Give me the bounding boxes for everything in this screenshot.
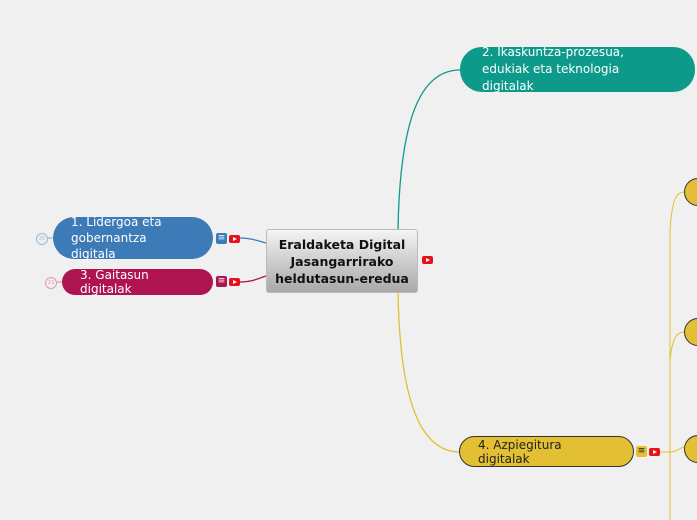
youtube-icon[interactable] xyxy=(229,278,240,286)
branch-4-azpiegitura[interactable]: 4. Azpiegitura digitalak xyxy=(459,436,634,467)
notes-icon[interactable]: ≡ xyxy=(216,233,227,244)
notes-icon[interactable]: ≡ xyxy=(636,446,647,457)
youtube-icon[interactable] xyxy=(229,235,240,243)
youtube-icon[interactable] xyxy=(649,448,660,456)
collapsed-count-badge[interactable]: 20 xyxy=(36,233,48,245)
notes-icon[interactable]: ≡ xyxy=(216,276,227,287)
branch-1-lidergoa[interactable]: 1. Lidergoa eta gobernantza digitala xyxy=(53,215,213,261)
central-topic[interactable]: Eraldaketa Digital Jasangarrirako heldut… xyxy=(266,229,418,293)
youtube-icon[interactable] xyxy=(422,256,433,264)
branch-3-gaitasun[interactable]: 3. Gaitasun digitalak xyxy=(62,268,213,296)
branch-2-ikaskuntza[interactable]: 2. Ikaskuntza-prozesua, edukiak eta tekn… xyxy=(460,45,695,93)
collapsed-count-badge[interactable]: 23 xyxy=(45,277,57,289)
